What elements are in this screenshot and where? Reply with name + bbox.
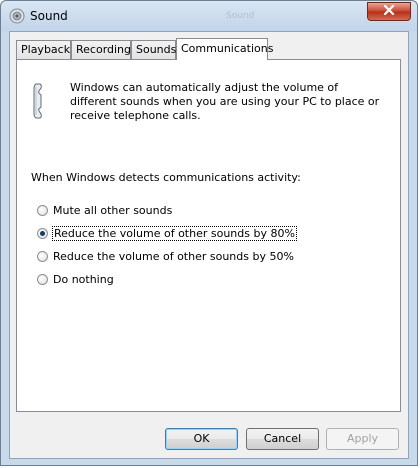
description-text: Windows can automatically adjust the vol… [70,81,380,122]
option-reduce-80[interactable]: Reduce the volume of other sounds by 80% [37,225,297,241]
apply-button[interactable]: Apply [326,428,399,450]
close-icon [383,4,395,18]
tab-label: Playback [21,43,71,56]
option-label: Mute all other sounds [53,203,173,217]
close-button[interactable] [367,2,411,21]
tab-sounds[interactable]: Sounds [131,40,176,59]
tab-recording[interactable]: Recording [71,40,131,59]
tab-label: Communications [181,42,274,55]
option-label: Do nothing [53,272,114,286]
option-label: Reduce the volume of other sounds by 80% [52,225,297,241]
tab-playback[interactable]: Playback [16,40,71,59]
sound-dialog: Sound Sound Playback Recording Sounds Co… [0,0,418,466]
title-bar[interactable]: Sound Sound [1,1,417,31]
tab-label: Sounds [136,43,177,56]
cancel-button[interactable]: Cancel [246,428,319,450]
speaker-icon [9,8,25,24]
tab-label: Recording [76,43,132,56]
ok-button[interactable]: OK [165,428,238,450]
radio-button[interactable] [37,204,48,216]
option-label: Reduce the volume of other sounds by 50% [53,249,294,263]
option-reduce-50[interactable]: Reduce the volume of other sounds by 50% [37,248,294,264]
telephone-icon [32,81,48,121]
detect-label: When Windows detects communications acti… [31,171,301,184]
option-do-nothing[interactable]: Do nothing [37,271,114,287]
communications-panel: Windows can automatically adjust the vol… [16,59,401,412]
dialog-client-area: Playback Recording Sounds Communications… [9,31,409,459]
option-mute-all[interactable]: Mute all other sounds [37,202,172,218]
background-window-title: Sound [226,11,255,21]
radio-button[interactable] [37,250,48,262]
window-title: Sound [30,9,68,23]
radio-button-selected[interactable] [37,227,48,239]
tab-communications[interactable]: Communications [176,38,273,60]
radio-button[interactable] [37,273,48,285]
